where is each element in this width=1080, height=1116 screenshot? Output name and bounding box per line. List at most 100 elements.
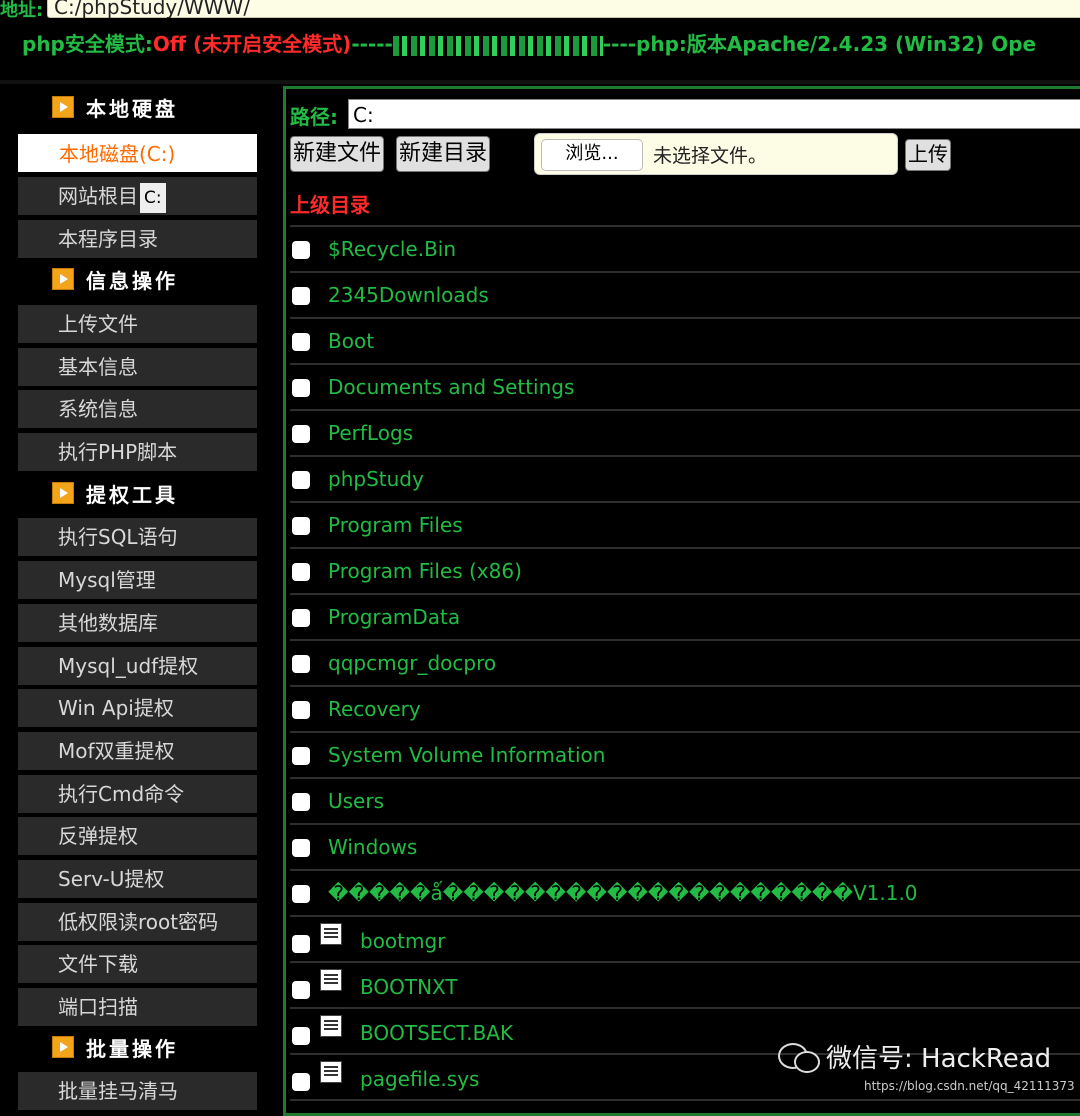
new-file-button[interactable]: 新建文件	[290, 136, 385, 172]
sidebar-item-upload-file[interactable]: 上传文件	[18, 305, 257, 343]
address-bar: 地址: C:/phpStudy/WWW/	[0, 0, 1080, 22]
folder-link[interactable]: $Recycle.Bin	[328, 237, 456, 261]
folder-row: $Recycle.Bin	[290, 227, 1080, 273]
folder-row: Program Files	[290, 503, 1080, 549]
section-info-ops: 信息操作	[52, 262, 178, 296]
sidebar-item-port-scan[interactable]: 端口扫描	[18, 988, 257, 1026]
row-checkbox[interactable]	[292, 241, 310, 259]
address-input[interactable]: C:/phpStudy/WWW/	[47, 0, 1080, 19]
sidebar-item-file-download[interactable]: 文件下载	[18, 945, 257, 983]
watermark-text: 微信号: HackRead	[826, 1044, 1052, 1074]
folder-row: ProgramData	[290, 595, 1080, 641]
row-checkbox[interactable]	[292, 517, 310, 535]
folder-link[interactable]: Program Files	[328, 513, 463, 537]
folder-link[interactable]: Recovery	[328, 697, 421, 721]
row-checkbox[interactable]	[292, 885, 310, 903]
browse-button[interactable]: 浏览...	[541, 139, 643, 171]
folder-link[interactable]: System Volume Information	[328, 743, 605, 767]
server-status: php安全模式:Off (未开启安全模式)----- ----php:版本Apac…	[22, 28, 1036, 57]
row-checkbox[interactable]	[292, 701, 310, 719]
sidebar-item-mof[interactable]: Mof双重提权	[18, 732, 257, 770]
folder-link[interactable]: Users	[328, 789, 384, 813]
file-manager-panel: 路径: C: 新建文件 新建目录 浏览... 未选择文件。 上传 上级目录 $R…	[283, 86, 1080, 1116]
redacted-info	[392, 35, 603, 56]
sidebar-item-batch-trojan[interactable]: 批量挂马清马	[18, 1072, 257, 1110]
status-version: ----php:版本Apache/2.4.23 (Win32) Ope	[602, 32, 1037, 56]
sidebar-item-local-disk-c[interactable]: 本地磁盘(C:)	[18, 134, 257, 172]
sidebar-item-serv-u[interactable]: Serv-U提权	[18, 860, 257, 898]
folder-link[interactable]: �����ǻ��������������������V1.1.0	[328, 881, 918, 905]
play-arrow-icon	[52, 482, 74, 504]
section-privilege-tools: 提权工具	[52, 476, 178, 510]
section-local-disk: 本地硬盘	[52, 90, 178, 124]
folder-link[interactable]: Program Files (x86)	[328, 559, 522, 583]
sidebar-item-exec-cmd[interactable]: 执行Cmd命令	[18, 775, 257, 813]
play-arrow-icon	[52, 268, 74, 290]
row-checkbox[interactable]	[292, 1073, 310, 1091]
file-row: bootmgr	[290, 917, 1080, 963]
status-safe-mode-label: php安全模式:	[22, 32, 153, 56]
sidebar-item-mysql-udf[interactable]: Mysql_udf提权	[18, 647, 257, 685]
row-checkbox[interactable]	[292, 333, 310, 351]
file-picker: 浏览... 未选择文件。	[534, 133, 898, 175]
folder-row: Recovery	[290, 687, 1080, 733]
row-checkbox[interactable]	[292, 425, 310, 443]
document-icon	[320, 923, 342, 945]
row-checkbox[interactable]	[292, 839, 310, 857]
folder-link[interactable]: phpStudy	[328, 467, 424, 491]
upload-button[interactable]: 上传	[905, 139, 951, 171]
folder-link[interactable]: Boot	[328, 329, 374, 353]
row-checkbox[interactable]	[292, 655, 310, 673]
folder-row: 2345Downloads	[290, 273, 1080, 319]
sidebar-item-program-dir[interactable]: 本程序目录	[18, 220, 257, 258]
path-row: 路径: C:	[290, 99, 1080, 131]
sidebar-item-exec-php[interactable]: 执行PHP脚本	[18, 433, 257, 471]
new-folder-button[interactable]: 新建目录	[396, 136, 491, 172]
web-root-drive-badge: C:	[140, 182, 166, 213]
folder-row: System Volume Information	[290, 733, 1080, 779]
row-checkbox[interactable]	[292, 471, 310, 489]
section-batch-ops: 批量操作	[52, 1030, 178, 1064]
sidebar-item-basic-info[interactable]: 基本信息	[18, 348, 257, 386]
row-checkbox[interactable]	[292, 609, 310, 627]
row-checkbox[interactable]	[292, 287, 310, 305]
path-input[interactable]: C:	[348, 99, 1080, 129]
file-link[interactable]: BOOTNXT	[360, 975, 458, 999]
section-title: 提权工具	[86, 482, 178, 507]
folder-link[interactable]: Documents and Settings	[328, 375, 574, 399]
play-arrow-icon	[52, 1036, 74, 1058]
file-link[interactable]: bootmgr	[360, 929, 445, 953]
sidebar-item-other-db[interactable]: 其他数据库	[18, 604, 257, 642]
folder-link[interactable]: ProgramData	[328, 605, 460, 629]
wechat-watermark: 微信号: HackRead	[778, 1038, 1051, 1075]
sidebar: 本地硬盘 本地磁盘(C:) 网站根目 C: 本程序目录 信息操作 上传文件 基本信…	[0, 86, 270, 1110]
section-title: 批量操作	[86, 1036, 178, 1061]
sidebar-item-reverse-shell[interactable]: 反弹提权	[18, 817, 257, 855]
file-status: 未选择文件。	[653, 145, 768, 167]
row-checkbox[interactable]	[292, 379, 310, 397]
folder-row: phpStudy	[290, 457, 1080, 503]
row-checkbox[interactable]	[292, 981, 310, 999]
row-checkbox[interactable]	[292, 563, 310, 581]
parent-dir-link[interactable]: 上级目录	[290, 189, 370, 218]
sidebar-item-exec-sql[interactable]: 执行SQL语句	[18, 518, 257, 556]
status-separator: -----	[351, 32, 393, 56]
folder-row: �����ǻ��������������������V1.1.0	[290, 871, 1080, 917]
row-checkbox[interactable]	[292, 1027, 310, 1045]
row-checkbox[interactable]	[292, 747, 310, 765]
sidebar-item-win-api[interactable]: Win Api提权	[18, 689, 257, 727]
folder-link[interactable]: 2345Downloads	[328, 283, 489, 307]
file-link[interactable]: BOOTSECT.BAK	[360, 1021, 513, 1045]
sidebar-item-system-info[interactable]: 系统信息	[18, 390, 257, 428]
sidebar-item-mysql-manage[interactable]: Mysql管理	[18, 561, 257, 599]
folder-link[interactable]: PerfLogs	[328, 421, 413, 445]
parent-dir-row: 上级目录	[290, 181, 1080, 227]
file-link[interactable]: pagefile.sys	[360, 1067, 479, 1091]
folder-row: Users	[290, 779, 1080, 825]
row-checkbox[interactable]	[292, 793, 310, 811]
sidebar-item-web-root[interactable]: 网站根目 C:	[18, 177, 257, 215]
sidebar-item-read-root-pw[interactable]: 低权限读root密码	[18, 903, 257, 941]
folder-link[interactable]: Windows	[328, 835, 417, 859]
row-checkbox[interactable]	[292, 935, 310, 953]
folder-link[interactable]: qqpcmgr_docpro	[328, 651, 496, 675]
